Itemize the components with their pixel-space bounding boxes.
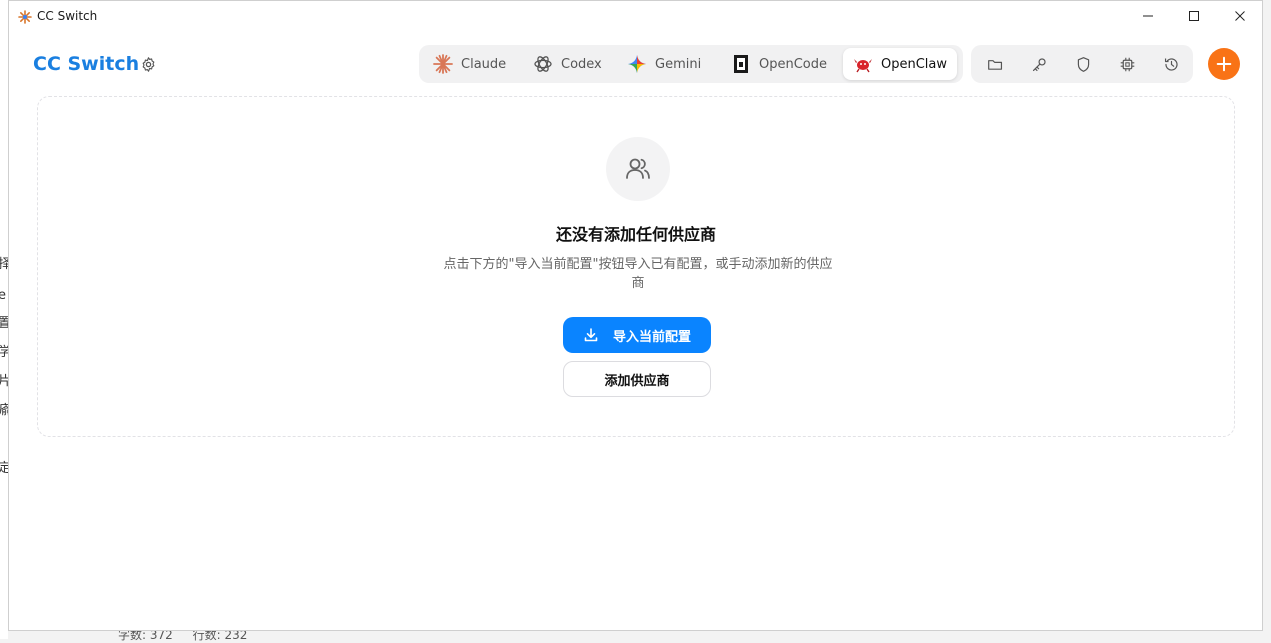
tab-label: Codex [561,56,602,72]
import-config-button[interactable]: 导入当前配置 [563,317,711,353]
maximize-button[interactable] [1171,1,1217,31]
claude-icon [433,54,453,74]
tab-label: OpenCode [759,56,828,72]
history-icon [1164,57,1178,71]
users-icon [606,137,670,201]
settings-button[interactable] [139,55,157,73]
maximize-icon [1189,11,1199,21]
empty-state-card: 还没有添加任何供应商 点击下方的"导入当前配置"按钮导入已有配置，或手动添加新的… [37,96,1235,437]
api-keys-button[interactable] [1029,54,1049,74]
tab-claude[interactable]: Claude [433,48,506,80]
empty-state-description: 点击下方的"导入当前配置"按钮导入已有配置，或手动添加新的供应商 [443,257,833,291]
gear-icon [142,56,154,72]
openclaw-icon [853,54,873,74]
tab-label: Claude [461,56,507,72]
title-bar[interactable]: CC Switch [9,1,1262,31]
background-window-edge: 择 e 置 学 片 瘉 定 [0,0,11,639]
codex-icon [533,54,553,74]
toolbar [971,45,1193,83]
add-provider-fab[interactable] [1208,48,1240,80]
shield-icon [1077,56,1089,72]
minimize-icon [1143,15,1153,17]
gemini-icon [627,54,647,74]
app-brand: CC Switch [33,53,140,75]
open-folder-button[interactable] [985,54,1005,74]
tab-gemini[interactable]: Gemini [627,48,701,80]
chip-icon [1120,57,1134,71]
add-provider-button[interactable]: 添加供应商 [563,361,711,397]
tab-openclaw[interactable]: OpenClaw [843,48,958,80]
window-title: CC Switch [37,9,98,23]
history-button[interactable] [1161,54,1181,74]
close-icon [1235,11,1245,21]
empty-state-title: 还没有添加任何供应商 [555,225,716,244]
security-button[interactable] [1073,54,1093,74]
folder-icon [987,59,1002,70]
plus-icon [1216,56,1232,72]
minimize-button[interactable] [1125,1,1171,31]
key-icon [1032,57,1046,71]
download-icon [583,327,599,343]
opencode-icon [731,54,751,74]
add-provider-label: 添加供应商 [604,373,670,389]
mcp-button[interactable] [1117,54,1137,74]
tab-codex[interactable]: Codex [533,48,602,80]
close-button[interactable] [1217,1,1262,31]
import-config-label: 导入当前配置 [612,329,691,345]
tab-label: Gemini [655,56,702,72]
tab-label: OpenClaw [881,56,948,72]
app-window: CC Switch CC Switch Claude Codex Gemini … [8,0,1263,631]
tab-opencode[interactable]: OpenCode [731,48,827,80]
app-logo-icon [18,9,32,24]
background-text: e [0,288,6,303]
app-tabs: Claude Codex Gemini OpenCode OpenClaw [419,45,963,83]
